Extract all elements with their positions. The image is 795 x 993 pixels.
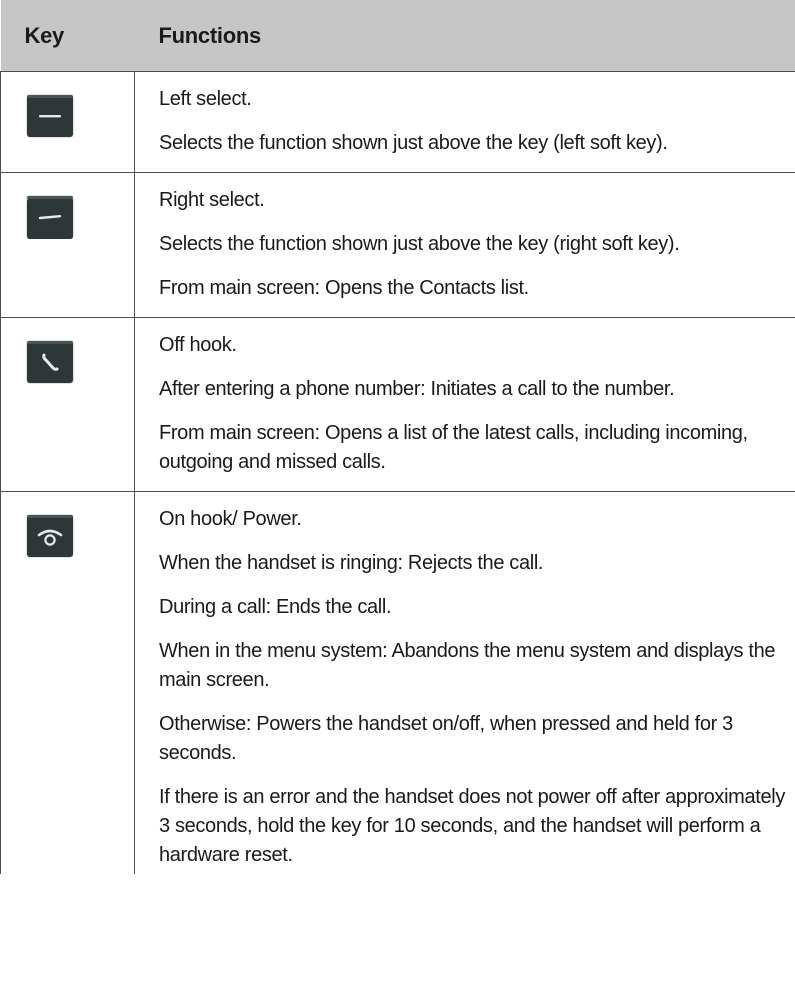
table-body: Left select. Selects the function shown … xyxy=(0,71,795,874)
off-hook-key-icon xyxy=(24,338,76,386)
column-header-key: Key xyxy=(0,0,135,72)
function-description: Selects the function shown just above th… xyxy=(159,132,668,154)
table-row: On hook/ Power. When the handset is ring… xyxy=(0,491,795,874)
key-cell xyxy=(0,172,135,318)
functions-cell: Off hook. After entering a phone number:… xyxy=(134,317,795,492)
key-functions-document: Key Functions Left select. Selects the f… xyxy=(0,0,795,993)
function-title: Right select. xyxy=(159,189,265,211)
table-header: Key Functions xyxy=(0,0,795,72)
function-description: Selects the function shown just above th… xyxy=(159,233,680,255)
function-description: Otherwise: Powers the handset on/off, wh… xyxy=(159,713,733,764)
table-row: Right select. Selects the function shown… xyxy=(0,172,795,318)
functions-cell: On hook/ Power. When the handset is ring… xyxy=(134,491,795,874)
right-select-key-icon xyxy=(24,193,76,241)
function-title: Left select. xyxy=(159,88,252,110)
functions-cell: Left select. Selects the function shown … xyxy=(134,71,795,173)
table-header-row: Key Functions xyxy=(0,0,795,72)
column-header-functions: Functions xyxy=(134,0,795,72)
function-description: During a call: Ends the call. xyxy=(159,596,392,618)
functions-cell: Right select. Selects the function shown… xyxy=(134,172,795,318)
function-description: From main screen: Opens the Contacts lis… xyxy=(159,277,529,299)
left-select-key-icon xyxy=(24,92,76,140)
key-cell xyxy=(0,317,135,492)
key-cell xyxy=(0,71,135,173)
function-title: On hook/ Power. xyxy=(159,508,302,530)
key-functions-table: Key Functions Left select. Selects the f… xyxy=(0,0,795,874)
function-description: From main screen: Opens a list of the la… xyxy=(159,422,748,473)
table-row: Left select. Selects the function shown … xyxy=(0,71,795,173)
table-row: Off hook. After entering a phone number:… xyxy=(0,317,795,492)
function-description: When in the menu system: Abandons the me… xyxy=(159,640,776,691)
function-description: If there is an error and the handset doe… xyxy=(159,786,785,866)
key-cell xyxy=(0,491,135,874)
function-description: When the handset is ringing: Rejects the… xyxy=(159,552,544,574)
function-description: After entering a phone number: Initiates… xyxy=(159,378,675,400)
on-hook-power-key-icon xyxy=(24,512,76,560)
function-title: Off hook. xyxy=(159,334,237,356)
